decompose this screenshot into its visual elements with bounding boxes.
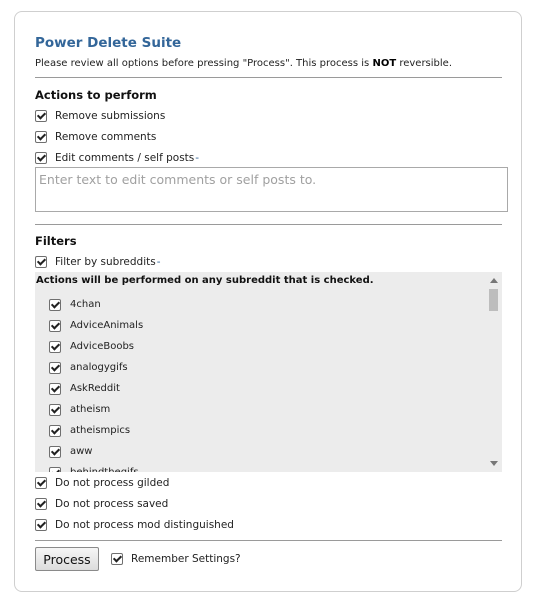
subreddit-label: AdviceBoobs — [70, 341, 135, 352]
filter-by-subreddits-text: Filter by subreddits — [55, 256, 156, 268]
edit-comments-option[interactable]: Edit comments / self posts- — [35, 150, 199, 166]
remember-settings-label: Remember Settings? — [131, 553, 241, 565]
actions-heading: Actions to perform — [35, 88, 157, 102]
divider — [35, 77, 502, 78]
edit-comments-text: Edit comments / self posts — [55, 152, 195, 164]
page-subtitle: Please review all options before pressin… — [35, 58, 452, 69]
subreddit-checkbox[interactable] — [49, 403, 61, 416]
do-not-process-gilded-option[interactable]: Do not process gilded — [35, 475, 169, 491]
do-not-process-mod-option[interactable]: Do not process mod distinguished — [35, 517, 234, 533]
subreddit-item[interactable]: atheism — [49, 399, 143, 420]
subreddit-checkbox[interactable] — [49, 382, 61, 395]
scroll-down-arrow-icon[interactable] — [490, 461, 498, 466]
filter-by-subreddits-label: Filter by subreddits- — [55, 256, 161, 268]
subreddit-label: atheismpics — [70, 425, 131, 436]
subreddit-checkbox[interactable] — [49, 298, 61, 311]
edit-comments-label: Edit comments / self posts- — [55, 152, 199, 164]
subreddit-checkbox[interactable] — [49, 340, 61, 353]
do-not-process-saved-checkbox[interactable] — [35, 498, 47, 510]
filter-by-subreddits-dash: - — [156, 256, 161, 268]
subreddit-checkbox[interactable] — [49, 361, 61, 374]
filters-heading: Filters — [35, 234, 77, 248]
edit-text-field[interactable] — [35, 167, 508, 212]
filter-by-subreddits-option[interactable]: Filter by subreddits- — [35, 254, 161, 270]
subreddit-item[interactable]: AdviceBoobs — [49, 336, 143, 357]
do-not-process-mod-checkbox[interactable] — [35, 519, 47, 531]
edit-comments-checkbox[interactable] — [35, 152, 47, 164]
subreddit-item[interactable]: 4chan — [49, 294, 143, 315]
remove-comments-label: Remove comments — [55, 131, 157, 143]
remove-comments-option[interactable]: Remove comments — [35, 129, 156, 145]
scroll-up-arrow-icon[interactable] — [490, 278, 498, 283]
subreddit-label: behindthegifs — [70, 467, 139, 472]
scrollbar-thumb[interactable] — [489, 289, 498, 311]
subreddit-list-box[interactable]: Actions will be performed on any subredd… — [35, 272, 502, 472]
divider — [35, 540, 502, 541]
remove-submissions-checkbox[interactable] — [35, 110, 47, 122]
remember-settings-checkbox[interactable] — [111, 553, 123, 565]
subtitle-emphasis: NOT — [372, 58, 397, 69]
edit-comments-dash: - — [195, 152, 200, 164]
subreddit-item[interactable]: AskReddit — [49, 378, 143, 399]
subtitle-text-end: reversible. — [396, 58, 453, 69]
process-button[interactable]: Process — [35, 547, 99, 571]
do-not-process-saved-option[interactable]: Do not process saved — [35, 496, 168, 512]
subtitle-text: Please review all options before pressin… — [35, 58, 373, 69]
page-title: Power Delete Suite — [35, 35, 182, 51]
remember-settings-option[interactable]: Remember Settings? — [111, 551, 241, 567]
filter-by-subreddits-checkbox[interactable] — [35, 256, 47, 268]
subreddit-item[interactable]: behindthegifs — [49, 462, 143, 472]
subreddit-list: 4chan AdviceAnimals AdviceBoobs analogyg… — [49, 294, 143, 472]
subreddit-label: AdviceAnimals — [70, 320, 144, 331]
subreddit-item[interactable]: aww — [49, 441, 143, 462]
subreddit-list-scrollbar[interactable] — [485, 272, 502, 472]
subreddit-checkbox[interactable] — [49, 445, 61, 458]
divider — [35, 224, 502, 225]
remove-submissions-label: Remove submissions — [55, 110, 166, 122]
do-not-process-gilded-checkbox[interactable] — [35, 477, 47, 489]
subreddit-label: atheism — [70, 404, 111, 415]
subreddit-item[interactable]: AdviceAnimals — [49, 315, 143, 336]
subreddit-label: aww — [70, 446, 93, 457]
subreddit-label: analogygifs — [70, 362, 128, 373]
subreddit-checkbox[interactable] — [49, 424, 61, 437]
subreddit-label: 4chan — [70, 299, 101, 310]
remove-submissions-option[interactable]: Remove submissions — [35, 108, 165, 124]
do-not-process-mod-label: Do not process mod distinguished — [55, 519, 234, 531]
subreddit-label: AskReddit — [70, 383, 120, 394]
do-not-process-gilded-label: Do not process gilded — [55, 477, 170, 489]
remove-comments-checkbox[interactable] — [35, 131, 47, 143]
subreddit-checkbox[interactable] — [49, 319, 61, 332]
subreddit-list-header: Actions will be performed on any subredd… — [36, 275, 374, 286]
subreddit-item[interactable]: analogygifs — [49, 357, 143, 378]
subreddit-checkbox[interactable] — [49, 466, 61, 472]
subreddit-item[interactable]: atheismpics — [49, 420, 143, 441]
do-not-process-saved-label: Do not process saved — [55, 498, 169, 510]
